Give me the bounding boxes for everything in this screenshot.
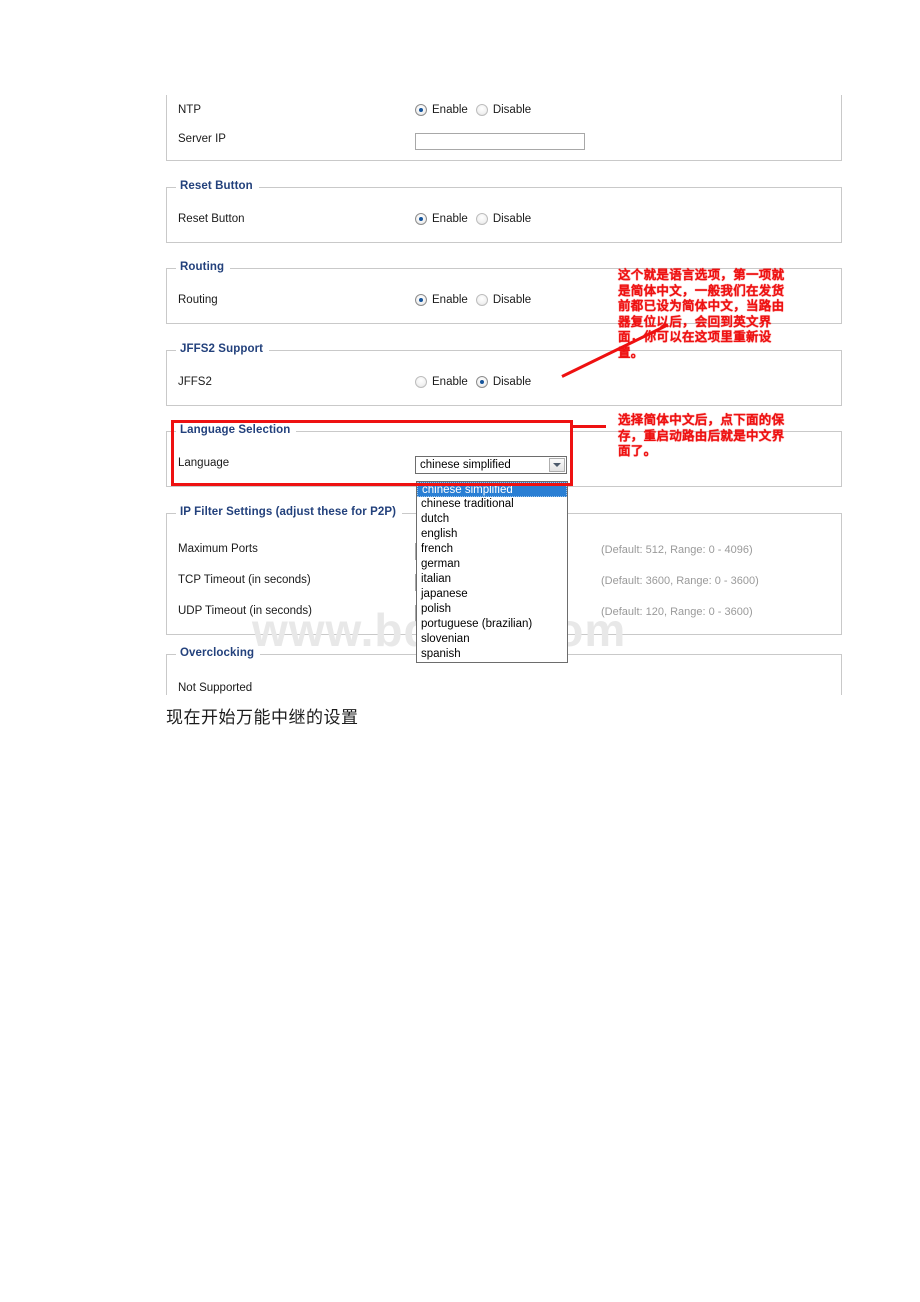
dropdown-option-italian[interactable]: italian (417, 572, 567, 587)
radio-label-jffs2-enable: Enable (432, 376, 468, 388)
panel-legend-reset-button: Reset Button (176, 180, 259, 192)
radio-label-reset-button-disable: Disable (492, 213, 532, 225)
radio-label-ntp-enable: Enable (432, 104, 468, 116)
radio-label-reset-button-enable: Enable (432, 213, 468, 225)
radio-icon-ntp-enable[interactable] (415, 104, 427, 116)
radio-option-routing-disable[interactable]: Disable (475, 294, 532, 306)
row-ntp: NTP Enable Disable (167, 104, 841, 122)
server-ip-input-wrap (415, 133, 585, 150)
dropdown-option-portuguese-brazilian[interactable]: portuguese (brazilian) (417, 617, 567, 632)
radio-group-reset-button[interactable]: Enable Disable (415, 213, 531, 225)
server-ip-input[interactable] (415, 133, 585, 150)
radio-label-jffs2-disable: Disable (492, 376, 532, 388)
overclocking-status-text: Not Supported (178, 682, 253, 694)
row-label-reset-button: Reset Button (178, 213, 245, 225)
radio-icon-jffs2-enable[interactable] (415, 376, 427, 388)
radio-icon-ntp-disable[interactable] (475, 104, 488, 116)
radio-option-reset-button-disable[interactable]: Disable (475, 213, 532, 225)
dropdown-option-german[interactable]: german (417, 557, 567, 572)
dropdown-option-polish[interactable]: polish (417, 602, 567, 617)
radio-group-ntp[interactable]: Enable Disable (415, 104, 531, 116)
row-label-jffs2: JFFS2 (178, 376, 212, 388)
dropdown-option-chinese-traditional[interactable]: chinese traditional (417, 497, 567, 512)
radio-option-reset-button-enable[interactable]: Enable (415, 213, 468, 225)
row-jffs2: JFFS2 Enable Disable (167, 376, 841, 394)
radio-label-routing-disable: Disable (492, 294, 532, 306)
row-server-ip: Server IP (167, 133, 841, 151)
dropdown-option-english[interactable]: english (417, 527, 567, 542)
row-reset-button: Reset Button Enable Disable (167, 213, 841, 231)
annotation-note-save-reboot: 选择简体中文后，点下面的保存，重启动路由后就是中文界面了。 (618, 412, 785, 458)
annotation-highlight-box (171, 420, 573, 486)
panel-legend-jffs2-support: JFFS2 Support (176, 343, 270, 355)
router-settings-screenshot: www.bdocx.com NTP Enable Disable Server (166, 95, 844, 695)
radio-icon-reset-button-enable[interactable] (415, 213, 427, 225)
radio-icon-routing-disable[interactable] (475, 294, 488, 306)
radio-option-jffs2-disable[interactable]: Disable (475, 376, 532, 388)
row-label-maximum-ports: Maximum Ports (178, 543, 258, 555)
radio-option-ntp-enable[interactable]: Enable (415, 104, 468, 116)
panel-legend-routing: Routing (176, 261, 231, 273)
dropdown-option-slovenian[interactable]: slovenian (417, 632, 567, 647)
panel-reset-button: Reset Button Reset Button Enable Disable (166, 180, 842, 243)
dropdown-option-spanish[interactable]: spanish (417, 647, 567, 662)
dropdown-option-french[interactable]: french (417, 542, 567, 557)
dropdown-option-dutch[interactable]: dutch (417, 512, 567, 527)
radio-icon-routing-enable[interactable] (415, 294, 427, 306)
radio-group-jffs2[interactable]: Enable Disable (415, 376, 531, 388)
row-label-server-ip: Server IP (178, 133, 226, 145)
radio-option-routing-enable[interactable]: Enable (415, 294, 468, 306)
radio-label-routing-enable: Enable (432, 294, 468, 306)
hint-tcp-timeout: (Default: 3600, Range: 0 - 3600) (601, 575, 759, 587)
row-label-tcp-timeout: TCP Timeout (in seconds) (178, 574, 311, 586)
page-caption: 现在开始万能中继的设置 (166, 708, 359, 728)
radio-label-ntp-disable: Disable (492, 104, 532, 116)
row-label-routing: Routing (178, 294, 218, 306)
radio-icon-reset-button-disable[interactable] (475, 213, 488, 225)
annotation-arrow-tail (570, 425, 606, 428)
dropdown-option-japanese[interactable]: japanese (417, 587, 567, 602)
radio-group-routing[interactable]: Enable Disable (415, 294, 531, 306)
panel-legend-overclocking: Overclocking (176, 647, 261, 659)
panel-ntp: NTP Enable Disable Server IP (166, 95, 842, 161)
row-overclocking-status: Not Supported (167, 682, 841, 695)
panel-legend-ip-filter-settings: IP Filter Settings (adjust these for P2P… (176, 506, 403, 518)
radio-option-jffs2-enable[interactable]: Enable (415, 376, 468, 388)
language-dropdown-list[interactable]: chinese simplified chinese traditional d… (416, 481, 568, 663)
radio-icon-jffs2-disable[interactable] (475, 376, 488, 388)
radio-option-ntp-disable[interactable]: Disable (475, 104, 532, 116)
row-label-ntp: NTP (178, 104, 201, 116)
hint-maximum-ports: (Default: 512, Range: 0 - 4096) (601, 544, 753, 556)
annotation-note-language-option: 这个就是语言选项，第一项就是简体中文，一般我们在发货前都已设为简体中文，当路由器… (618, 267, 785, 360)
